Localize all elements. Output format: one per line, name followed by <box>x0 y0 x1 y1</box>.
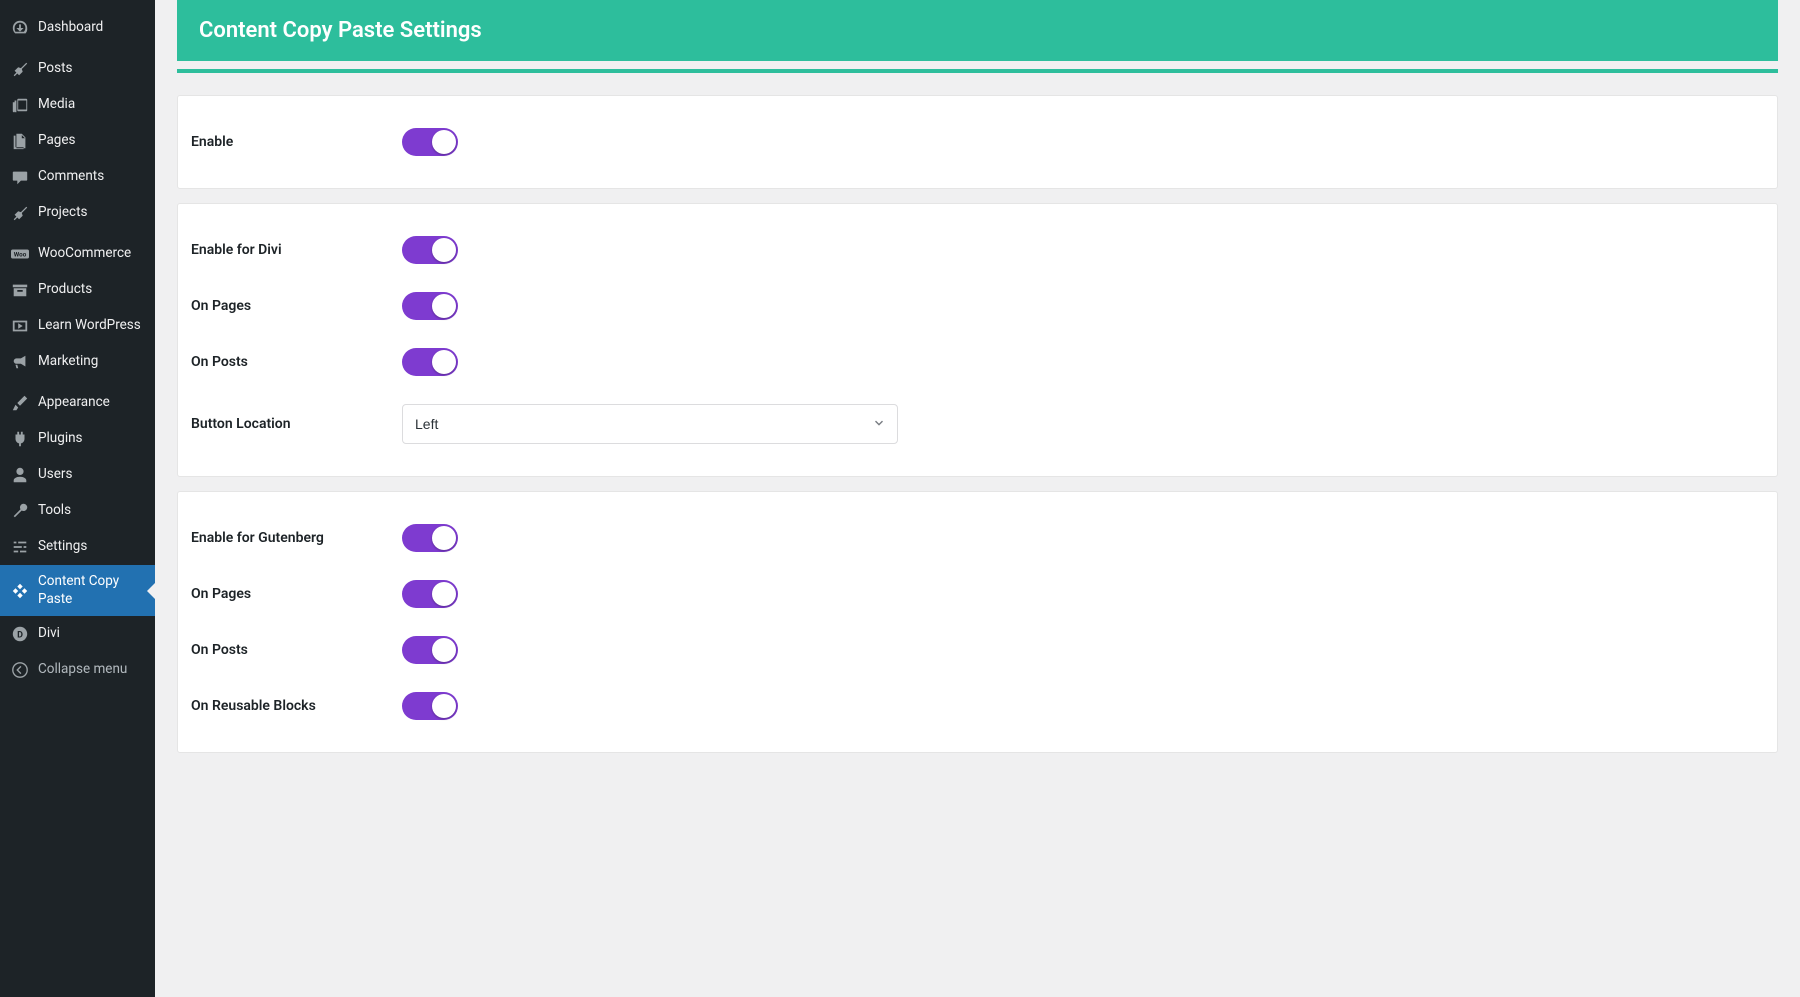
wrench-icon <box>10 501 30 521</box>
admin-sidebar: Dashboard Posts Media Pages Comments Pro… <box>0 0 155 997</box>
row-divi-on-posts: On Posts <box>188 334 1767 390</box>
sidebar-item-label: Collapse menu <box>38 661 127 679</box>
row-enable-divi: Enable for Divi <box>188 222 1767 278</box>
sidebar-item-users[interactable]: Users <box>0 457 155 493</box>
plug-icon <box>10 429 30 449</box>
brush-icon <box>10 393 30 413</box>
sidebar-item-projects[interactable]: Projects <box>0 195 155 231</box>
pushpin-icon <box>10 203 30 223</box>
panel-divi: Enable for Divi On Pages On Posts Button… <box>177 203 1778 477</box>
toggle-gutenberg-on-pages[interactable] <box>402 580 458 608</box>
row-gutenberg-on-pages: On Pages <box>188 566 1767 622</box>
label-gutenberg-on-reusable: On Reusable Blocks <box>188 698 402 714</box>
sidebar-item-label: Plugins <box>38 430 83 448</box>
sidebar-item-label: WooCommerce <box>38 245 131 263</box>
sidebar-item-appearance[interactable]: Appearance <box>0 385 155 421</box>
sidebar-item-posts[interactable]: Posts <box>0 51 155 87</box>
toggle-gutenberg-on-reusable[interactable] <box>402 692 458 720</box>
diamond-icon <box>10 581 30 601</box>
sidebar-item-label: Dashboard <box>38 19 103 37</box>
megaphone-icon <box>10 352 30 372</box>
sidebar-item-label: Projects <box>38 204 88 222</box>
sidebar-item-label: Media <box>38 96 75 114</box>
row-button-location: Button Location Left <box>188 390 1767 458</box>
archive-icon <box>10 280 30 300</box>
svg-text:Woo: Woo <box>14 251 27 259</box>
toggle-enable[interactable] <box>402 128 458 156</box>
comments-icon <box>10 167 30 187</box>
sidebar-item-label: Marketing <box>38 353 98 371</box>
label-divi-on-pages: On Pages <box>188 298 402 314</box>
toggle-divi-on-pages[interactable] <box>402 292 458 320</box>
page-icon <box>10 131 30 151</box>
sidebar-item-label: Learn WordPress <box>38 317 141 335</box>
sidebar-item-pages[interactable]: Pages <box>0 123 155 159</box>
sidebar-item-plugins[interactable]: Plugins <box>0 421 155 457</box>
toggle-enable-divi[interactable] <box>402 236 458 264</box>
sidebar-item-content-copy-paste[interactable]: Content Copy Paste <box>0 565 155 616</box>
sidebar-item-label: Users <box>38 466 72 484</box>
sidebar-item-learn-wordpress[interactable]: Learn WordPress <box>0 308 155 344</box>
row-gutenberg-on-reusable: On Reusable Blocks <box>188 678 1767 734</box>
video-icon <box>10 316 30 336</box>
toggle-gutenberg-on-posts[interactable] <box>402 636 458 664</box>
row-divi-on-pages: On Pages <box>188 278 1767 334</box>
pushpin-icon <box>10 59 30 79</box>
sidebar-item-divi[interactable]: D Divi <box>0 616 155 652</box>
media-icon <box>10 95 30 115</box>
sidebar-item-products[interactable]: Products <box>0 272 155 308</box>
sidebar-item-label: Pages <box>38 132 76 150</box>
chevron-left-circle-icon <box>10 660 30 680</box>
divi-icon: D <box>10 624 30 644</box>
sidebar-item-label: Posts <box>38 60 72 78</box>
label-enable-divi: Enable for Divi <box>188 242 402 258</box>
sidebar-item-collapse-menu[interactable]: Collapse menu <box>0 652 155 688</box>
label-enable-gutenberg: Enable for Gutenberg <box>188 530 402 546</box>
sidebar-item-label: Settings <box>38 538 87 556</box>
user-icon <box>10 465 30 485</box>
label-divi-on-posts: On Posts <box>188 354 402 370</box>
sidebar-item-comments[interactable]: Comments <box>0 159 155 195</box>
sidebar-item-label: Content Copy Paste <box>38 573 145 608</box>
label-gutenberg-on-posts: On Posts <box>188 642 402 658</box>
sidebar-item-woocommerce[interactable]: Woo WooCommerce <box>0 236 155 272</box>
sidebar-item-label: Products <box>38 281 92 299</box>
row-enable: Enable <box>188 114 1767 170</box>
page-title: Content Copy Paste Settings <box>177 0 1778 61</box>
sliders-icon <box>10 537 30 557</box>
sidebar-item-tools[interactable]: Tools <box>0 493 155 529</box>
dashboard-icon <box>10 18 30 38</box>
label-enable: Enable <box>188 134 402 150</box>
select-button-location-wrap: Left <box>402 404 898 444</box>
toggle-divi-on-posts[interactable] <box>402 348 458 376</box>
sidebar-item-marketing[interactable]: Marketing <box>0 344 155 380</box>
sidebar-item-label: Divi <box>38 625 60 643</box>
label-button-location: Button Location <box>188 416 402 432</box>
sidebar-item-settings[interactable]: Settings <box>0 529 155 565</box>
sidebar-item-label: Tools <box>38 502 71 520</box>
sidebar-item-label: Appearance <box>38 394 110 412</box>
woocommerce-icon: Woo <box>10 244 30 264</box>
sidebar-item-dashboard[interactable]: Dashboard <box>0 10 155 46</box>
label-gutenberg-on-pages: On Pages <box>188 586 402 602</box>
row-gutenberg-on-posts: On Posts <box>188 622 1767 678</box>
sidebar-item-media[interactable]: Media <box>0 87 155 123</box>
row-enable-gutenberg: Enable for Gutenberg <box>188 510 1767 566</box>
panel-gutenberg: Enable for Gutenberg On Pages On Posts O… <box>177 491 1778 753</box>
toggle-enable-gutenberg[interactable] <box>402 524 458 552</box>
panel-enable: Enable <box>177 95 1778 189</box>
svg-text:D: D <box>17 631 23 641</box>
select-button-location[interactable]: Left <box>402 404 898 444</box>
header-accent-bar <box>177 69 1778 73</box>
sidebar-item-label: Comments <box>38 168 104 186</box>
main-content: Content Copy Paste Settings Enable Enabl… <box>155 0 1800 997</box>
